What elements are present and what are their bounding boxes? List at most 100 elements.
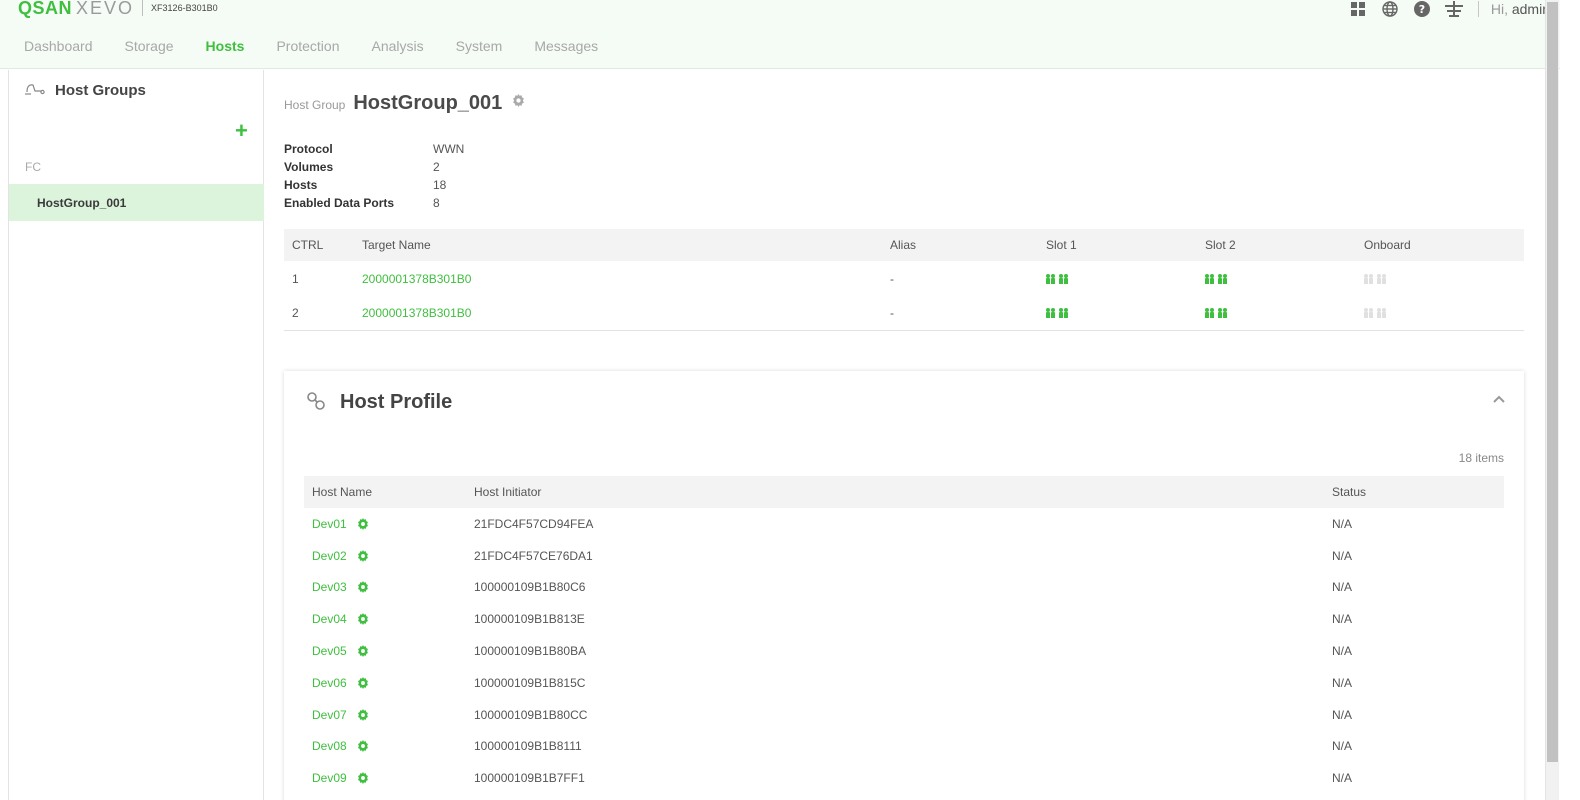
host-group-icon [25, 82, 45, 99]
column-header[interactable]: Slot 1 [1046, 238, 1205, 252]
brand-logo[interactable]: QSAN XEVO XF3126-B301B0 [18, 0, 218, 18]
slot1-ports [1046, 308, 1205, 318]
host-name-link[interactable]: Dev06 [312, 676, 347, 690]
property-row: Enabled Data Ports 8 [284, 194, 464, 212]
onboard-ports [1364, 273, 1524, 284]
chevron-up-icon[interactable] [1492, 393, 1506, 407]
host-name-link[interactable]: Dev02 [312, 549, 347, 563]
user-menu[interactable]: Hi, admin [1491, 1, 1550, 17]
gear-icon[interactable] [357, 708, 369, 721]
host-profile-title: Host Profile [340, 391, 453, 413]
gear-icon[interactable] [357, 772, 369, 785]
port-icon[interactable] [1205, 308, 1214, 318]
nav-storage[interactable]: Storage [125, 38, 174, 54]
table-row: Dev02 21FDC4F57CE76DA1 N/A [304, 540, 1504, 572]
host-status: N/A [1332, 548, 1353, 563]
port-icon [1377, 273, 1386, 284]
target-name-link[interactable]: 2000001378B301B0 [362, 306, 890, 320]
host-initiator: 100000109B1B80C6 [474, 580, 586, 595]
ctrl-cell: 2 [292, 306, 299, 320]
main-nav: Dashboard Storage Hosts Protection Analy… [24, 38, 630, 54]
host-initiator: 100000109B1B7FF1 [474, 771, 585, 786]
gear-icon[interactable] [357, 549, 369, 562]
nav-system[interactable]: System [456, 38, 503, 54]
host-profile-header: Host Profile [306, 391, 452, 414]
host-initiator: 100000109B1B8111 [474, 739, 582, 754]
port-icon[interactable] [1046, 273, 1055, 284]
table-row: 2 2000001378B301B0 - [284, 296, 1524, 331]
table-row: Dev09 100000109B1B7FF1 N/A [304, 762, 1504, 794]
gear-icon[interactable] [357, 613, 369, 626]
target-name-link[interactable]: 2000001378B301B0 [362, 272, 890, 286]
port-icon[interactable] [1046, 308, 1055, 318]
host-initiator: 100000109B1B813E [474, 612, 585, 627]
table-row: Dev06 100000109B1B815C N/A [304, 667, 1504, 699]
host-name-link[interactable]: Dev03 [312, 580, 347, 594]
column-header[interactable]: Alias [890, 238, 1046, 252]
host-status: N/A [1332, 707, 1353, 722]
host-status: N/A [1332, 580, 1353, 595]
page-title: HostGroup_001 [353, 92, 503, 114]
property-key: Protocol [284, 142, 333, 156]
gear-icon[interactable] [357, 740, 369, 753]
table-row: Dev05 100000109B1B80BA N/A [304, 635, 1504, 667]
column-header[interactable]: CTRL [284, 238, 362, 252]
host-name-link[interactable]: Dev09 [312, 771, 347, 785]
add-host-group-button[interactable]: + [235, 120, 248, 142]
host-name-link[interactable]: Dev01 [312, 517, 347, 531]
host-table: Host Name Host Initiator Status Dev01 21… [304, 476, 1504, 794]
host-status: N/A [1332, 739, 1353, 754]
column-header[interactable]: Onboard [1364, 238, 1524, 252]
gear-icon[interactable] [357, 517, 369, 530]
column-header[interactable]: Status [1332, 485, 1504, 499]
port-icon[interactable] [1059, 273, 1068, 284]
nav-dashboard[interactable]: Dashboard [24, 38, 93, 54]
property-value: 18 [433, 178, 447, 192]
column-header[interactable]: Host Initiator [474, 485, 1332, 499]
slot2-ports [1205, 273, 1364, 284]
gear-icon[interactable] [357, 581, 369, 594]
help-icon[interactable]: ? [1412, 0, 1432, 18]
scrollbar-thumb[interactable] [1547, 2, 1558, 762]
gear-icon[interactable] [512, 94, 525, 110]
host-profile-panel: Host Profile 18 items Host Name Host Ini… [284, 371, 1524, 800]
host-initiator: 100000109B1B80BA [474, 644, 587, 659]
host-status: N/A [1332, 771, 1353, 786]
grid-icon[interactable] [1348, 0, 1368, 18]
page-pre-label: Host Group [284, 98, 346, 112]
gear-icon[interactable] [357, 676, 369, 689]
nav-analysis[interactable]: Analysis [372, 38, 424, 54]
globe-icon[interactable] [1380, 0, 1400, 18]
host-name-link[interactable]: Dev05 [312, 644, 347, 658]
svg-text:?: ? [1419, 3, 1425, 16]
gear-icon[interactable] [357, 645, 369, 658]
slot1-ports [1046, 273, 1205, 284]
host-name-link[interactable]: Dev07 [312, 708, 347, 722]
host-group-properties: Protocol WWN Volumes 2 Hosts 18 Enabled … [284, 140, 464, 212]
port-icon[interactable] [1218, 273, 1227, 284]
port-icon[interactable] [1205, 273, 1214, 284]
table-row: 1 2000001378B301B0 - [284, 261, 1524, 296]
onboard-ports [1364, 308, 1524, 318]
sidebar-item-hostgroup-001[interactable]: HostGroup_001 [9, 184, 264, 221]
window-edge [1560, 0, 1580, 800]
brand-secondary: XEVO [76, 0, 135, 18]
port-icon[interactable] [1059, 308, 1068, 318]
property-value: WWN [433, 142, 465, 156]
table-header: CTRL Target Name Alias Slot 1 Slot 2 Onb… [284, 229, 1524, 261]
alias-cell: - [890, 271, 894, 286]
column-header[interactable]: Host Name [304, 485, 474, 499]
nav-hosts[interactable]: Hosts [206, 38, 245, 54]
host-name-link[interactable]: Dev08 [312, 739, 347, 753]
network-icon[interactable] [1444, 0, 1464, 18]
port-icon[interactable] [1218, 308, 1227, 318]
host-initiator: 100000109B1B815C [474, 675, 586, 690]
host-name-link[interactable]: Dev04 [312, 612, 347, 626]
nav-messages[interactable]: Messages [534, 38, 598, 54]
column-header[interactable]: Target Name [362, 238, 890, 252]
brand-primary: QSAN [18, 0, 73, 18]
target-table: CTRL Target Name Alias Slot 1 Slot 2 Onb… [284, 229, 1524, 331]
column-header[interactable]: Slot 2 [1205, 238, 1364, 252]
nav-protection[interactable]: Protection [276, 38, 339, 54]
property-row: Hosts 18 [284, 176, 464, 194]
